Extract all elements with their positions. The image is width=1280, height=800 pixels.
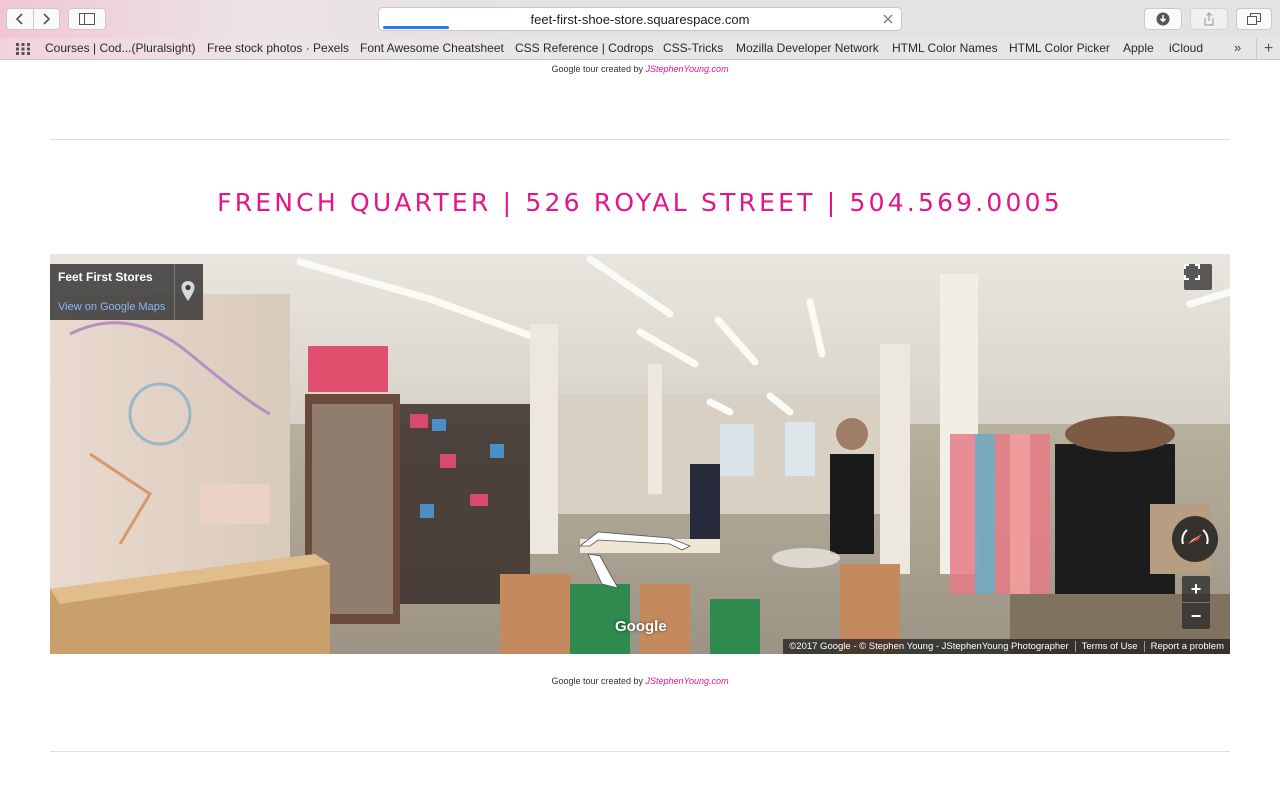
section-divider — [50, 139, 1230, 140]
tour-credit-bottom: Google tour created by JStephenYoung.com — [0, 676, 1280, 686]
bookmark-pexels[interactable]: Free stock photos · Pexels — [207, 41, 349, 55]
terms-of-use-link[interactable]: Terms of Use — [1076, 641, 1144, 652]
bookmarks-overflow-button[interactable]: » — [1234, 40, 1241, 55]
view-on-google-maps-link[interactable]: View on Google Maps — [58, 301, 165, 313]
download-icon — [1156, 12, 1170, 26]
top-sites-grid-icon[interactable] — [16, 43, 30, 55]
google-logo: Google — [615, 618, 667, 635]
place-name: Feet First Stores — [58, 270, 153, 284]
chevron-right-icon — [43, 13, 51, 25]
tabs-icon — [1247, 13, 1261, 25]
report-problem-link[interactable]: Report a problem — [1145, 641, 1230, 652]
new-tab-button[interactable]: + — [1256, 38, 1280, 59]
forward-button[interactable] — [34, 9, 60, 29]
zoom-out-button[interactable]: − — [1182, 603, 1210, 629]
bookmark-html-color-names[interactable]: HTML Color Names — [892, 41, 998, 55]
browser-toolbar: feet-first-shoe-store.squarespace.com — [0, 0, 1280, 38]
bookmark-icloud[interactable]: iCloud — [1169, 41, 1203, 55]
nav-button-group — [6, 8, 60, 30]
bookmark-css-tricks[interactable]: CSS-Tricks — [663, 41, 723, 55]
sidebar-icon — [79, 13, 95, 25]
section-divider — [50, 751, 1230, 752]
url-text: feet-first-shoe-store.squarespace.com — [530, 11, 750, 27]
tour-credit-top: Google tour created by JStephenYoung.com — [0, 64, 1280, 74]
map-pin-icon[interactable] — [180, 280, 196, 302]
store-interior-image — [50, 254, 1230, 654]
credit-author-link[interactable]: JStephenYoung.com — [646, 676, 729, 686]
downloads-button[interactable] — [1144, 8, 1182, 30]
bookmark-font-awesome[interactable]: Font Awesome Cheatsheet — [360, 41, 504, 55]
bookmarks-bar: Courses | Cod...(Pluralsight) Free stock… — [0, 38, 1280, 60]
bookmark-apple[interactable]: Apple — [1123, 41, 1154, 55]
bookmark-html-color-picker[interactable]: HTML Color Picker — [1009, 41, 1110, 55]
show-tabs-button[interactable] — [1236, 8, 1272, 30]
place-info-card: Feet First Stores View on Google Maps — [50, 264, 203, 320]
street-view-panorama[interactable]: Feet First Stores View on Google Maps + … — [50, 254, 1230, 654]
page-load-progress — [383, 26, 449, 29]
sidebar-toggle-button[interactable] — [68, 8, 106, 30]
attribution-text: ©2017 Google - © Stephen Young - JStephe… — [789, 641, 1069, 652]
compass-icon — [1181, 529, 1209, 545]
compass-control[interactable] — [1172, 516, 1218, 562]
share-button[interactable] — [1190, 8, 1228, 30]
chevron-left-icon — [15, 13, 23, 25]
credit-prefix: Google tour created by — [551, 676, 646, 686]
credit-author-link[interactable]: JStephenYoung.com — [646, 64, 729, 74]
address-bar[interactable]: feet-first-shoe-store.squarespace.com — [378, 7, 902, 31]
fullscreen-button[interactable] — [1184, 264, 1212, 290]
back-button[interactable] — [7, 9, 34, 29]
map-attribution-bar: ©2017 Google - © Stephen Young - JStephe… — [783, 639, 1230, 654]
credit-prefix: Google tour created by — [551, 64, 646, 74]
bookmark-pluralsight[interactable]: Courses | Cod...(Pluralsight) — [45, 41, 196, 55]
store-location-heading: FRENCH QUARTER | 526 ROYAL STREET | 504.… — [217, 188, 1063, 217]
fullscreen-icon — [1184, 264, 1200, 280]
card-divider — [174, 264, 175, 320]
stop-loading-icon[interactable] — [881, 12, 895, 26]
bookmark-codrops[interactable]: CSS Reference | Codrops — [515, 41, 654, 55]
share-icon — [1204, 12, 1214, 26]
zoom-in-button[interactable]: + — [1182, 576, 1210, 602]
bookmark-mdn[interactable]: Mozilla Developer Network — [736, 41, 879, 55]
